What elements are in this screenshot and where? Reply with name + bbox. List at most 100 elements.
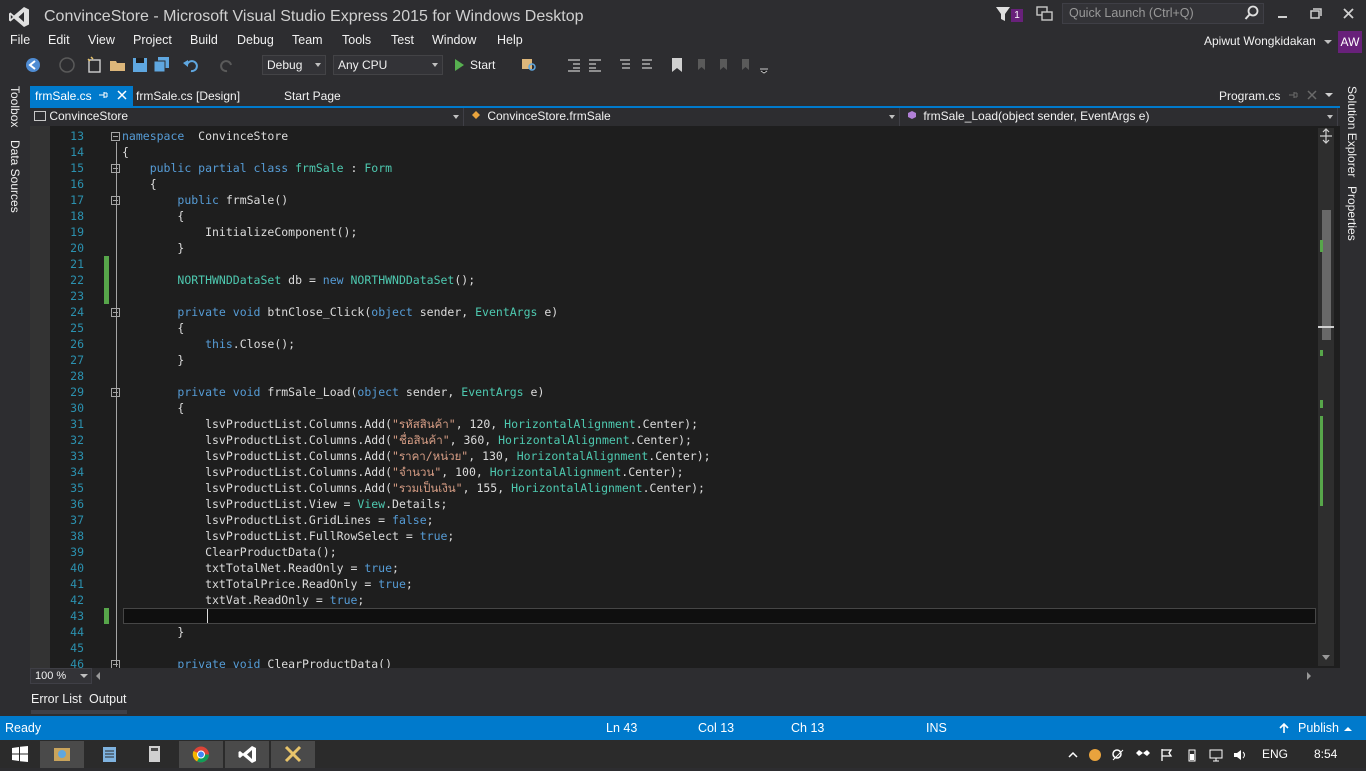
code-line[interactable]: 24 private void btnClose_Click(object se…: [30, 304, 1318, 320]
code-line[interactable]: 41 txtTotalPrice.ReadOnly = true;: [30, 576, 1318, 592]
collapse-region-icon[interactable]: [111, 308, 120, 317]
code-text[interactable]: InitializeComponent();: [122, 224, 357, 240]
code-line[interactable]: 25 {: [30, 320, 1318, 336]
code-text[interactable]: lsvProductList.GridLines = false;: [122, 512, 434, 528]
code-text[interactable]: {: [122, 144, 129, 160]
publish-button[interactable]: Publish: [1298, 721, 1339, 735]
menu-view[interactable]: View: [88, 33, 115, 47]
taskbar-app-tools[interactable]: [271, 741, 315, 768]
comment-icon[interactable]: [616, 56, 634, 74]
class-dropdown[interactable]: ConvinceStore.frmSale: [466, 108, 900, 126]
code-lines[interactable]: 13 namespace ConvinceStore 14 {15 public pa…: [30, 128, 1318, 668]
code-line[interactable]: 21: [30, 256, 1318, 272]
code-line[interactable]: 39 ClearProductData();: [30, 544, 1318, 560]
code-line[interactable]: 34 lsvProductList.Columns.Add("จำนวน", 1…: [30, 464, 1318, 480]
next-bookmark-icon[interactable]: [714, 56, 732, 74]
code-text[interactable]: lsvProductList.Columns.Add("รวมเป็นเงิน"…: [122, 480, 705, 496]
taskbar-app-chrome[interactable]: [179, 741, 223, 768]
network-settings-icon[interactable]: [1111, 748, 1125, 762]
code-line[interactable]: 40 txtTotalNet.ReadOnly = true;: [30, 560, 1318, 576]
clear-bookmarks-icon[interactable]: [736, 56, 754, 74]
code-text[interactable]: lsvProductList.Columns.Add("จำนวน", 100,…: [122, 464, 684, 480]
code-line[interactable]: 14 {: [30, 144, 1318, 160]
solution-explorer-tab[interactable]: Solution Explorer: [1345, 86, 1359, 177]
menu-team[interactable]: Team: [292, 33, 323, 47]
weather-icon[interactable]: [1088, 748, 1102, 762]
save-icon[interactable]: [131, 56, 149, 74]
navigate-forward-icon[interactable]: [58, 56, 76, 74]
code-line[interactable]: 35 lsvProductList.Columns.Add("รวมเป็นเง…: [30, 480, 1318, 496]
indent-icon[interactable]: [586, 56, 604, 74]
close-tab-icon[interactable]: [1307, 90, 1317, 100]
menu-edit[interactable]: Edit: [48, 33, 70, 47]
find-in-files-icon[interactable]: [520, 56, 538, 74]
configuration-select[interactable]: Debug: [262, 55, 326, 75]
show-hidden-icons-icon[interactable]: [1066, 748, 1080, 762]
battery-icon[interactable]: [1185, 748, 1199, 762]
toolbar-overflow-icon[interactable]: [756, 56, 774, 74]
data-sources-tab[interactable]: Data Sources: [8, 140, 22, 213]
code-line[interactable]: 13 namespace ConvinceStore: [30, 128, 1318, 144]
restore-button[interactable]: [1301, 4, 1331, 24]
input-language[interactable]: ENG: [1262, 747, 1288, 761]
horizontal-scrollbar[interactable]: [30, 668, 1340, 684]
redo-icon[interactable]: [218, 56, 236, 74]
tab-program-cs[interactable]: Program.cs: [1219, 89, 1280, 103]
code-text[interactable]: txtTotalPrice.ReadOnly = true;: [122, 576, 413, 592]
collapse-region-icon[interactable]: [111, 660, 120, 668]
code-line[interactable]: 36 lsvProductList.View = View.Details;: [30, 496, 1318, 512]
code-line[interactable]: 45: [30, 640, 1318, 656]
code-line[interactable]: 37 lsvProductList.GridLines = false;: [30, 512, 1318, 528]
code-line[interactable]: 28: [30, 368, 1318, 384]
menu-tools[interactable]: Tools: [342, 33, 371, 47]
outdent-icon[interactable]: [565, 56, 583, 74]
code-text[interactable]: lsvProductList.Columns.Add("ชื่อสินค้า",…: [122, 432, 692, 448]
dropbox-icon[interactable]: [1136, 748, 1150, 762]
windows-start-icon[interactable]: [12, 746, 28, 762]
menu-build[interactable]: Build: [190, 33, 218, 47]
code-text[interactable]: lsvProductList.Columns.Add("รหัสสินค้า",…: [122, 416, 698, 432]
vertical-scrollbar[interactable]: [1318, 128, 1334, 666]
chevron-up-icon[interactable]: [1343, 725, 1353, 733]
taskbar-app-calculator[interactable]: [133, 741, 177, 768]
pin-icon[interactable]: [98, 90, 108, 100]
code-line[interactable]: 32 lsvProductList.Columns.Add("ชื่อสินค้…: [30, 432, 1318, 448]
code-line[interactable]: 29 private void frmSale_Load(object send…: [30, 384, 1318, 400]
code-line[interactable]: 30 {: [30, 400, 1318, 416]
code-line[interactable]: 27 }: [30, 352, 1318, 368]
code-line[interactable]: 22 NORTHWNDDataSet db = new NORTHWNDData…: [30, 272, 1318, 288]
taskbar-app-notes[interactable]: [88, 741, 132, 768]
properties-tab[interactable]: Properties: [1345, 186, 1359, 241]
collapse-region-icon[interactable]: [111, 196, 120, 205]
project-dropdown[interactable]: ConvinceStore: [30, 108, 464, 126]
collapse-region-icon[interactable]: [111, 164, 120, 173]
code-line[interactable]: 18 {: [30, 208, 1318, 224]
code-text[interactable]: lsvProductList.FullRowSelect = true;: [122, 528, 454, 544]
code-line[interactable]: 46 private void ClearProductData(): [30, 656, 1318, 668]
avatar[interactable]: AW: [1338, 31, 1362, 53]
menu-debug[interactable]: Debug: [237, 33, 274, 47]
code-text[interactable]: }: [122, 352, 184, 368]
tab-start-page[interactable]: Start Page: [284, 89, 341, 103]
platform-select[interactable]: Any CPU: [333, 55, 443, 75]
code-line[interactable]: 43: [30, 608, 1318, 624]
code-text[interactable]: {: [122, 320, 184, 336]
code-line[interactable]: 23: [30, 288, 1318, 304]
code-text[interactable]: {: [122, 208, 184, 224]
search-icon[interactable]: [1244, 5, 1260, 21]
quick-launch-input[interactable]: Quick Launch (Ctrl+Q): [1062, 3, 1264, 24]
taskbar-app-visual-studio[interactable]: [225, 741, 269, 768]
code-text[interactable]: lsvProductList.Columns.Add("ราคา/หน่วย",…: [122, 448, 711, 464]
code-text[interactable]: ClearProductData();: [122, 544, 337, 560]
code-line[interactable]: 31 lsvProductList.Columns.Add("รหัสสินค้…: [30, 416, 1318, 432]
code-text[interactable]: public frmSale(): [122, 192, 288, 208]
save-all-icon[interactable]: [153, 56, 171, 74]
start-button[interactable]: Start: [470, 58, 495, 72]
code-text[interactable]: txtTotalNet.ReadOnly = true;: [122, 560, 399, 576]
menu-project[interactable]: Project: [133, 33, 172, 47]
code-line[interactable]: 19 InitializeComponent();: [30, 224, 1318, 240]
code-text[interactable]: }: [122, 624, 184, 640]
feedback-icon[interactable]: [1036, 6, 1054, 22]
collapse-region-icon[interactable]: [111, 132, 120, 141]
code-text[interactable]: lsvProductList.View = View.Details;: [122, 496, 447, 512]
